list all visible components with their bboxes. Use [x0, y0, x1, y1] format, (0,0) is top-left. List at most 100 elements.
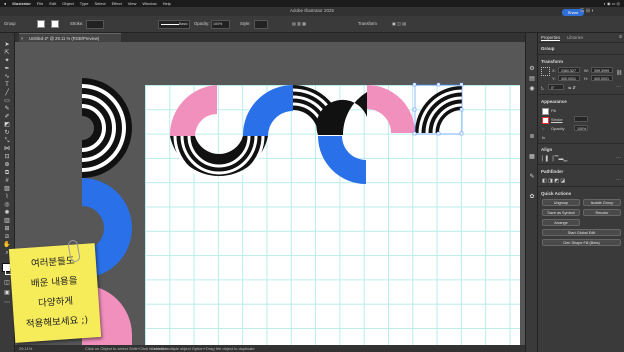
menu-type[interactable]: Type [80, 1, 89, 6]
selection-tool-icon[interactable]: ➤ [2, 41, 12, 49]
width-tool-icon[interactable]: ⋈ [2, 145, 12, 153]
flip-icons[interactable]: ⇋ ⇵ [568, 85, 576, 90]
line-tool-icon[interactable]: ╱ [2, 89, 12, 97]
pathfinder-buttons-icons[interactable]: ◧ ◨ ◩ ◪ [542, 178, 565, 184]
libraries-strip-icon[interactable]: ▤ [527, 75, 537, 83]
angle-field[interactable]: 0° [548, 84, 564, 90]
stroke-weight-panel[interactable] [574, 116, 588, 122]
more-options-icon[interactable]: ⋯ [616, 84, 621, 90]
pen-tool-icon[interactable]: ✒ [2, 65, 12, 73]
left-stripe-arc[interactable] [81, 78, 132, 178]
constrain-link-icon[interactable]: ⛓ [616, 70, 622, 76]
blue-arc-2[interactable] [318, 136, 366, 184]
curvature-icon[interactable]: ∿ [2, 73, 12, 81]
w-field[interactable]: 399.3999 [591, 67, 613, 73]
fill-swatch-panel[interactable] [542, 108, 549, 115]
control-more-icons[interactable]: ▣ ◫ ▤ [392, 21, 406, 26]
align-more-icon[interactable]: ⋯ [616, 155, 621, 161]
opacity-field-panel[interactable]: 100% [574, 125, 588, 131]
stroke-weight-field[interactable] [86, 20, 104, 29]
swatches-strip-icon[interactable]: ▦ [527, 153, 537, 161]
properties-panel: Properties Libraries ≡ Group Transform X… [537, 33, 624, 352]
h-field[interactable]: 400.0001 [591, 75, 613, 81]
layers-strip-icon[interactable]: ≣ [527, 133, 537, 141]
mesh-icon[interactable]: # [2, 177, 12, 185]
reference-point-icon[interactable] [541, 67, 550, 76]
panel-menu-icon[interactable]: ≡ [619, 34, 622, 40]
h-label: H: [584, 76, 588, 81]
graph-tool-icon[interactable]: ▥ [2, 217, 12, 225]
free-transform-icon[interactable]: ⊡ [2, 153, 12, 161]
menu-app[interactable]: Illustrator [12, 1, 30, 6]
direct-selection-icon[interactable]: ⇱ [2, 49, 12, 57]
align-icons[interactable]: ▤ ▥ ▦ [292, 21, 306, 26]
menu-file[interactable]: File [37, 1, 43, 6]
y-field[interactable]: 400.0001 [558, 75, 580, 81]
eraser-icon[interactable]: ◩ [2, 121, 12, 129]
color-strip-icon[interactable]: ◉ [527, 85, 537, 93]
blue-arc-1[interactable] [242, 85, 293, 136]
pathfinder-more-icon[interactable]: ⋯ [616, 177, 621, 183]
sticky-line-2: 배운 내용을 [30, 275, 78, 290]
symbols-strip-icon[interactable]: ✿ [527, 193, 537, 201]
appearance-heading: Appearance [541, 99, 567, 104]
artboard-tool-icon[interactable]: ⊞ [2, 225, 12, 233]
perspective-icon[interactable]: ⧉ [2, 169, 12, 177]
properties-strip-icon[interactable]: ⚙ [527, 65, 537, 73]
menu-effect[interactable]: Effect [112, 1, 122, 6]
rectangle-tool-icon[interactable]: ▭ [2, 97, 12, 105]
stroke-swatch[interactable] [51, 20, 59, 28]
brush-definition-select[interactable]: Basic [158, 20, 190, 29]
x-field[interactable]: 2360.527 [558, 67, 580, 73]
isolate-group-button[interactable]: Isolate Group [583, 199, 621, 206]
pink-arc-2[interactable] [367, 85, 415, 133]
start-global-edit-button[interactable]: Start Global Edit [542, 229, 621, 236]
hand-tool-icon[interactable]: ✋ [2, 241, 12, 249]
menu-edit[interactable]: Edit [49, 1, 56, 6]
x-label: X: [552, 68, 556, 73]
menu-help[interactable]: Help [163, 1, 171, 6]
menu-view[interactable]: View [128, 1, 137, 6]
shape-builder-icon[interactable]: ⊕ [2, 161, 12, 169]
striped-arc-3[interactable] [415, 86, 463, 134]
magic-wand-icon[interactable]: ✦ [2, 57, 12, 65]
stroke-label-panel[interactable]: Stroke [551, 117, 563, 122]
paintbrush-icon[interactable]: ✎ [2, 105, 12, 113]
gen-shape-fill-button[interactable]: Gen Shape Fill (Beta) [542, 239, 621, 246]
more-tools-icon[interactable]: ⋯ [2, 299, 12, 307]
shaper-icon[interactable]: ✐ [2, 113, 12, 121]
save-as-symbol-button[interactable]: Save as Symbol [542, 209, 580, 216]
gradient-icon[interactable]: ▨ [2, 185, 12, 193]
striped-arc-2[interactable] [292, 85, 367, 136]
type-tool-icon[interactable]: T [2, 81, 12, 89]
menu-select[interactable]: Select [94, 1, 105, 6]
stroke-swatch-panel[interactable] [542, 117, 549, 124]
zoom-level[interactable]: 29.11% [19, 346, 32, 351]
window-controls[interactable]: ☰ ⊞ ◐ [580, 8, 594, 14]
menu-window[interactable]: Window [142, 1, 156, 6]
pink-arc-1[interactable] [169, 85, 217, 136]
align-buttons-icons[interactable]: ▏▌▕ ▔▬▁ [542, 156, 567, 162]
status-selection-label[interactable]: Selection [151, 346, 167, 351]
tab-properties[interactable]: Properties [541, 35, 561, 41]
scale-icon[interactable]: ⤡ [2, 137, 12, 145]
opacity-field[interactable]: 100% [211, 20, 230, 29]
brushes-strip-icon[interactable]: ✎ [527, 173, 537, 181]
apple-icon[interactable]: ● [4, 1, 6, 6]
slice-icon[interactable]: ⧄ [2, 233, 12, 241]
rotate-icon[interactable]: ↻ [2, 129, 12, 137]
striped-arc-1[interactable] [170, 135, 268, 182]
appearance-fx-icon[interactable]: fx [542, 135, 545, 140]
screen-mode-icon[interactable]: ▣ [2, 289, 12, 297]
arrange-button[interactable]: Arrange [542, 219, 580, 226]
symbol-sprayer-icon[interactable]: ✺ [2, 209, 12, 217]
transform-link[interactable]: Transform [358, 21, 377, 26]
recolor-button[interactable]: Recolor [583, 209, 621, 216]
eyedropper-icon[interactable]: ⌇ [2, 193, 12, 201]
ungroup-button[interactable]: Ungroup [542, 199, 580, 206]
menu-object[interactable]: Object [62, 1, 74, 6]
style-select[interactable] [254, 20, 268, 29]
fill-swatch[interactable] [37, 20, 45, 28]
blend-icon[interactable]: ◎ [2, 201, 12, 209]
tab-libraries[interactable]: Libraries [567, 35, 583, 40]
